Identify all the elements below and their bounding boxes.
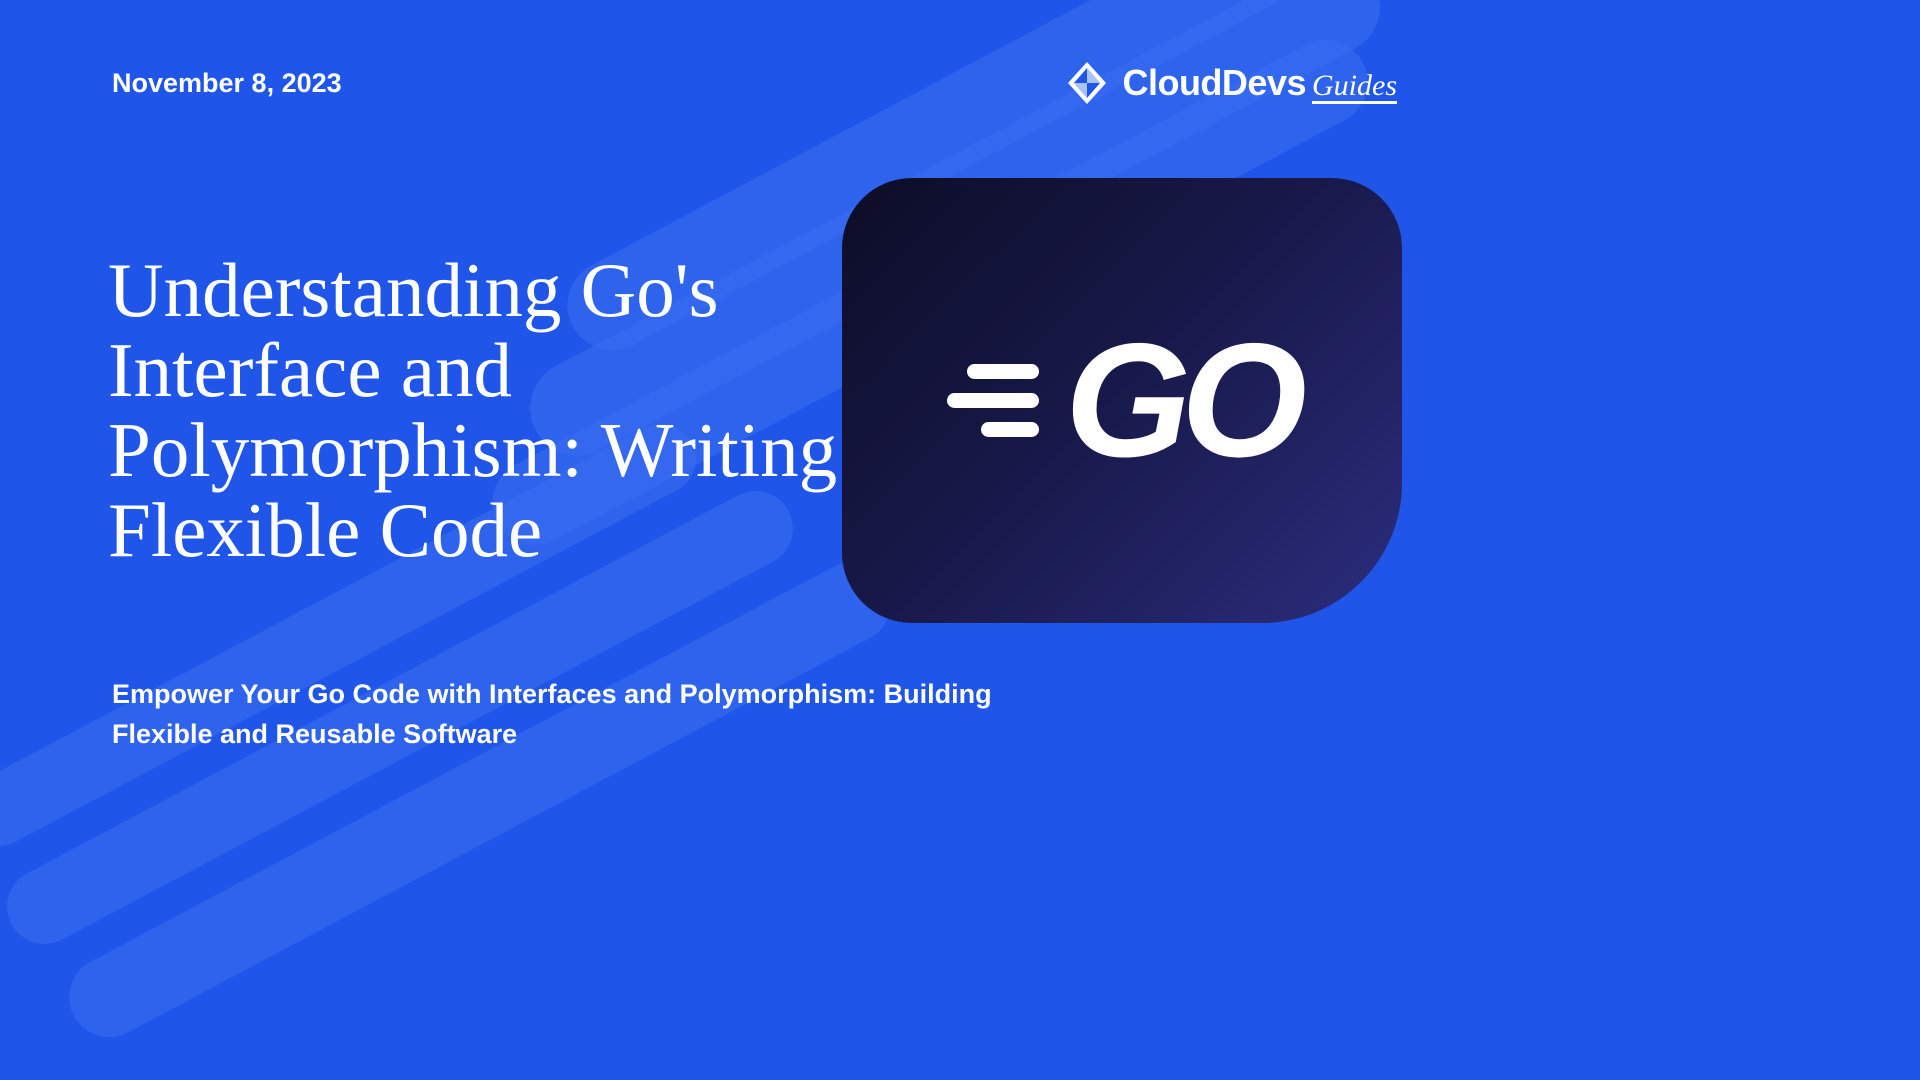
clouddevs-icon	[1064, 60, 1110, 106]
page-title: Understanding Go's Interface and Polymor…	[108, 250, 868, 570]
brand-logo: CloudDevs Guides	[1064, 60, 1397, 106]
publish-date: November 8, 2023	[112, 68, 342, 99]
go-logo: GO	[947, 320, 1297, 482]
brand-name-main: CloudDevs	[1122, 62, 1306, 104]
page-subtitle: Empower Your Go Code with Interfaces and…	[112, 675, 1012, 755]
go-logo-card: GO	[842, 178, 1402, 623]
go-speed-lines-icon	[947, 364, 1039, 437]
brand-name-sub: Guides	[1312, 69, 1397, 103]
go-logo-text: GO	[1065, 320, 1297, 482]
brand-text: CloudDevs Guides	[1122, 62, 1397, 104]
